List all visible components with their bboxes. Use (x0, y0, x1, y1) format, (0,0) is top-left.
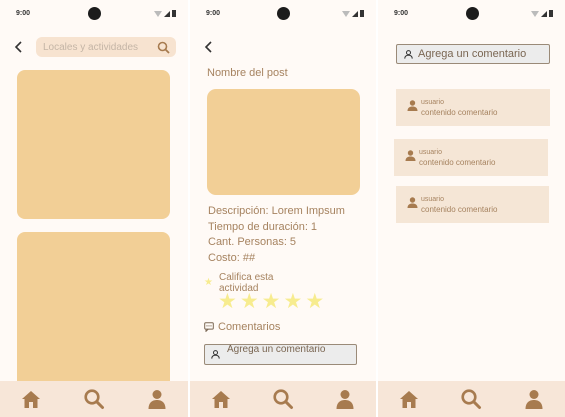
post-title: Nombre del post (207, 67, 288, 79)
front-camera (88, 7, 101, 20)
add-comment-input[interactable]: Agrega un comentario (204, 344, 357, 365)
post-duration: Tiempo de duración: 1 (208, 221, 318, 233)
signal-icon (164, 10, 170, 17)
back-button[interactable] (202, 40, 216, 54)
rating-star-1[interactable]: ★ (218, 291, 237, 313)
status-bar: 9:00 (190, 0, 376, 28)
comments-label: Comentarios (218, 321, 281, 333)
battery-icon (172, 10, 176, 17)
search-input[interactable]: Locales y actividades (36, 37, 176, 57)
user-icon (211, 350, 220, 359)
status-time: 9:00 (16, 10, 31, 17)
comment-content: contenido comentario (419, 158, 496, 167)
comment-user: usuario (421, 99, 444, 106)
home-icon[interactable] (20, 388, 42, 410)
battery-icon (360, 10, 364, 17)
status-time: 9:00 (206, 10, 221, 17)
search-icon[interactable] (272, 388, 294, 410)
search-screen: 9:00 Locales y actividades (0, 0, 188, 417)
comment-user: usuario (419, 149, 442, 156)
search-icon[interactable] (83, 388, 105, 410)
profile-icon[interactable] (146, 388, 168, 410)
wifi-icon (342, 10, 350, 17)
system-icons (531, 10, 553, 17)
rating-star-3[interactable]: ★ (262, 291, 281, 313)
user-avatar-icon (405, 150, 416, 161)
system-icons (342, 10, 364, 17)
search-icon[interactable] (460, 388, 482, 410)
bottom-nav (190, 381, 376, 417)
chevron-left-icon (14, 41, 22, 53)
bottom-nav (0, 381, 188, 417)
comment-content: contenido comentario (421, 108, 498, 117)
post-description: Descripción: Lorem Impsum (208, 205, 345, 217)
star-rating[interactable]: ★ ★ ★ ★ ★ (218, 291, 324, 313)
signal-icon (352, 10, 358, 17)
add-comment-input[interactable]: Agrega un comentario (396, 44, 550, 64)
front-camera (465, 7, 479, 20)
comment-card[interactable]: usuario contenido comentario (396, 186, 549, 223)
rating-star-4[interactable]: ★ (283, 291, 302, 313)
post-cost: Costo: ## (208, 252, 256, 264)
wifi-icon (154, 10, 162, 17)
battery-icon (549, 10, 553, 17)
user-avatar-icon (407, 197, 418, 208)
activity-card[interactable] (17, 70, 170, 219)
back-button[interactable] (12, 40, 26, 54)
bottom-nav (378, 381, 565, 417)
user-avatar-icon (407, 100, 418, 111)
comment-card[interactable]: usuario contenido comentario (394, 139, 548, 176)
status-bar: 9:00 (0, 0, 188, 28)
star-icon: ★ (204, 277, 213, 288)
comments-screen: 9:00 Agrega un comentario usuario conten… (378, 0, 565, 417)
post-people-count: Cant. Personas: 5 (208, 236, 297, 248)
status-time: 9:00 (394, 10, 409, 17)
home-icon[interactable] (210, 388, 232, 410)
add-comment-placeholder: Agrega un comentario (418, 48, 527, 60)
search-placeholder: Locales y actividades (43, 42, 139, 53)
chat-icon (204, 322, 214, 332)
profile-icon[interactable] (523, 388, 545, 410)
comment-card[interactable]: usuario contenido comentario (396, 89, 550, 126)
system-icons (154, 10, 176, 17)
wifi-icon (531, 10, 539, 17)
comment-content: contenido comentario (421, 205, 498, 214)
user-icon (404, 50, 413, 59)
chevron-left-icon (204, 41, 212, 53)
post-image (207, 89, 360, 195)
comment-user: usuario (421, 196, 444, 203)
search-icon[interactable] (157, 41, 170, 54)
profile-icon[interactable] (334, 388, 356, 410)
post-detail-screen: 9:00 Nombre del post Descripción: Lorem … (190, 0, 376, 417)
rating-star-5[interactable]: ★ (305, 291, 324, 313)
comments-header[interactable]: Comentarios (204, 321, 280, 333)
add-comment-placeholder: Agrega un comentario (227, 344, 326, 355)
front-camera (277, 7, 290, 20)
home-icon[interactable] (398, 388, 420, 410)
rating-star-2[interactable]: ★ (240, 291, 259, 313)
activity-card[interactable] (17, 232, 170, 392)
signal-icon (541, 10, 547, 17)
status-bar: 9:00 (378, 0, 565, 28)
